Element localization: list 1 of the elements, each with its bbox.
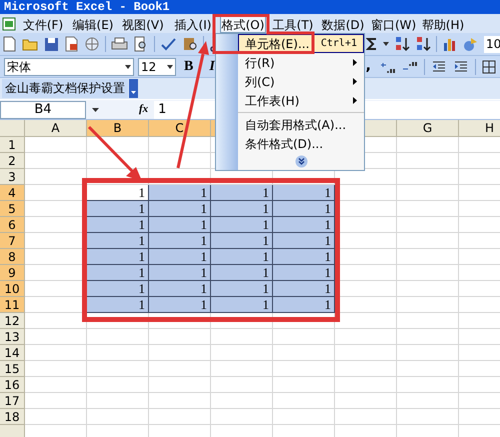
- window-title: Microsoft Excel - Book1: [4, 0, 170, 14]
